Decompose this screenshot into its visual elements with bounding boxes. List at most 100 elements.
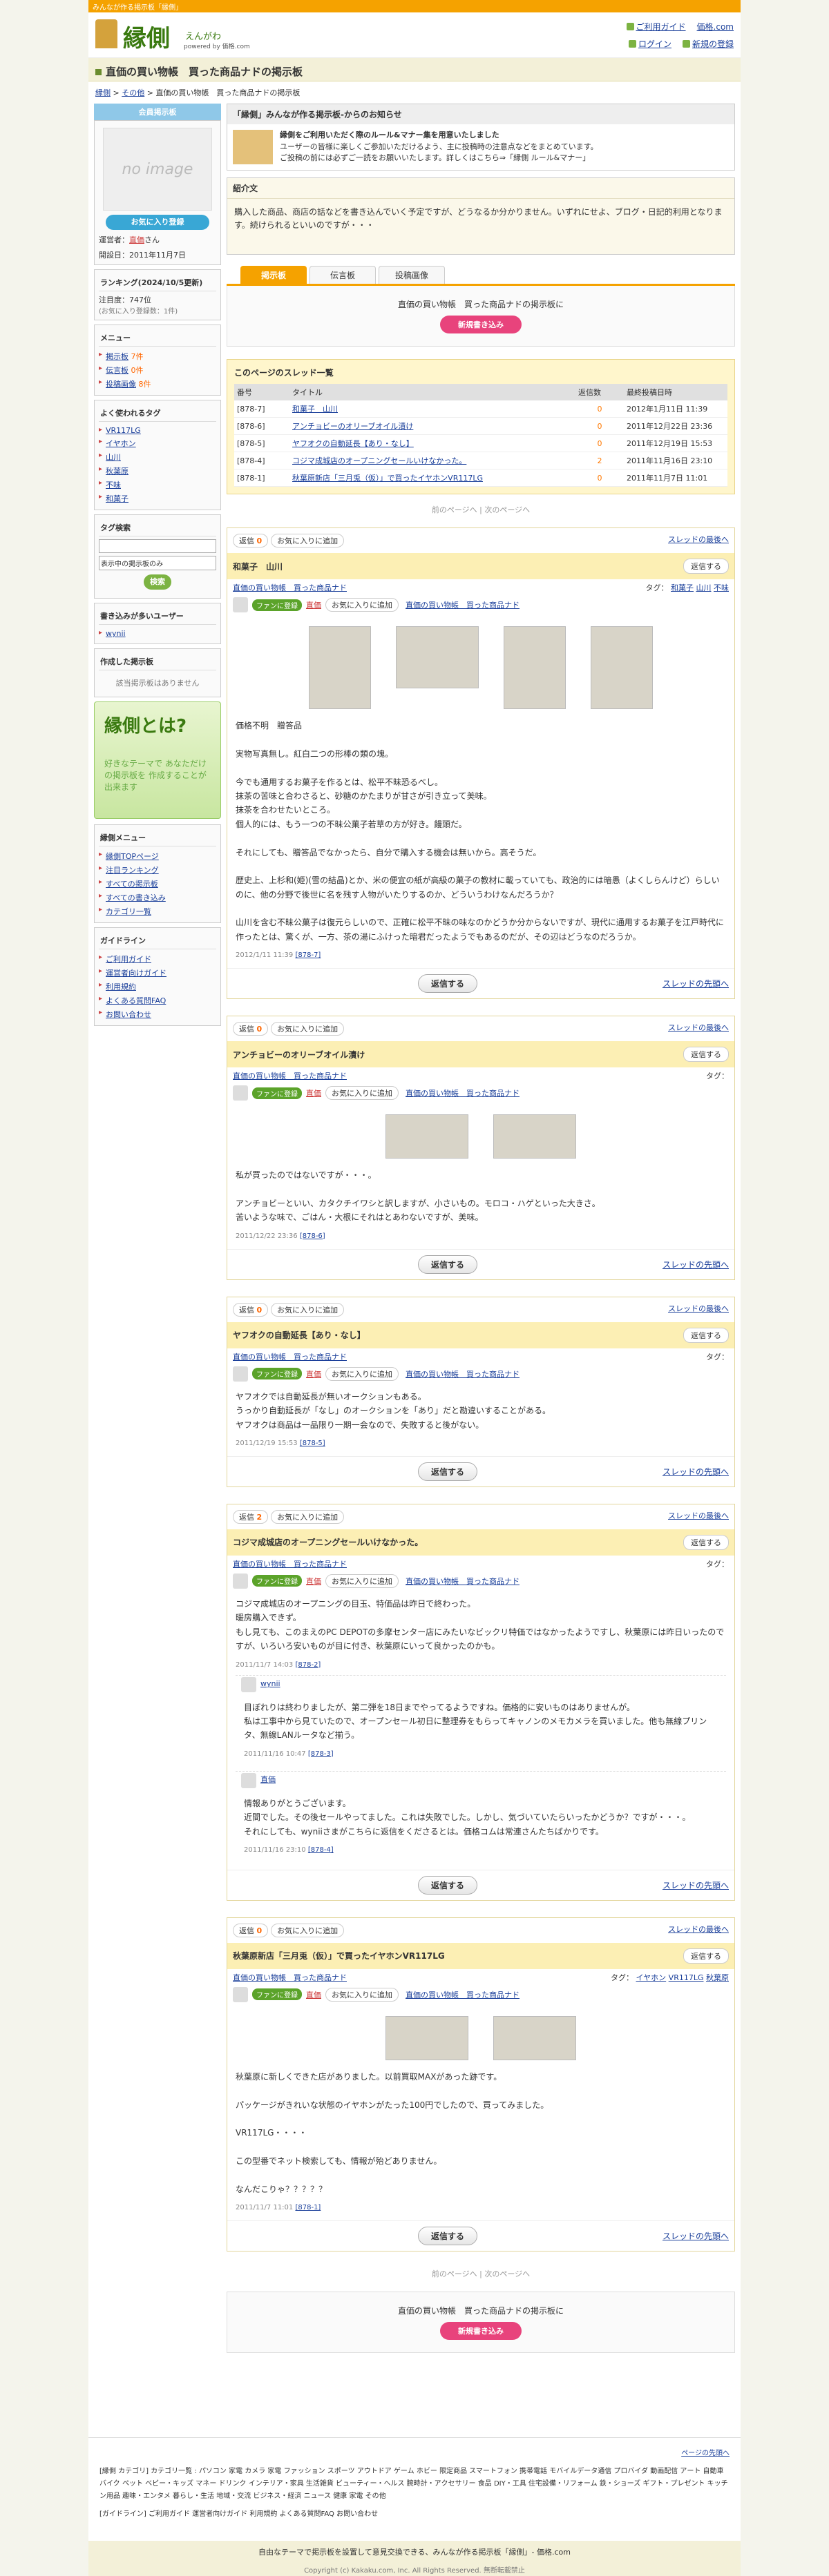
author-board-link[interactable]: 直価の買い物帳 買った商品ナド <box>406 1576 520 1587</box>
engawa-menu-item[interactable]: すべての掲示板 <box>99 877 216 891</box>
tag-link[interactable]: イヤホン <box>106 439 136 448</box>
guideline-link[interactable]: お問い合わせ <box>106 1010 151 1019</box>
guide-link[interactable]: ご利用ガイド <box>636 22 686 32</box>
engawa-menu-item[interactable]: 注目ランキング <box>99 863 216 877</box>
post-image[interactable] <box>309 626 371 709</box>
reply-id-link[interactable]: [878-3] <box>308 1750 334 1758</box>
fav-register-button[interactable]: お気に入り登録 <box>106 215 209 230</box>
post-id-link[interactable]: [878-1] <box>295 2204 321 2211</box>
tag-item[interactable]: イヤホン <box>99 436 216 450</box>
fan-register-button[interactable]: ファンに登録 <box>252 1087 302 1099</box>
fan-register-button[interactable]: ファンに登録 <box>252 1575 302 1587</box>
add-favorite-button[interactable]: お気に入りに追加 <box>271 1509 345 1524</box>
guideline-link[interactable]: 利用規約 <box>106 982 136 991</box>
post-id-link[interactable]: [878-7] <box>295 951 321 959</box>
page-top-link[interactable]: ページの先頭へ <box>681 2450 730 2457</box>
to-thread-top-link[interactable]: スレッドの先頭へ <box>663 1879 729 1891</box>
guideline-item[interactable]: 利用規約 <box>99 980 216 994</box>
tag-item[interactable]: 山川 <box>99 450 216 464</box>
menu-message-link[interactable]: 伝言板 <box>106 366 128 375</box>
menu-item-images[interactable]: 投稿画像 8件 <box>99 377 216 391</box>
add-favorite-button[interactable]: お気に入りに追加 <box>271 534 345 548</box>
engawa-menu-item[interactable]: 縁側TOPページ <box>99 849 216 863</box>
post-image[interactable] <box>591 626 653 709</box>
tab-message[interactable]: 伝言板 <box>309 266 376 284</box>
row-title-link[interactable]: 和菓子 山川 <box>292 405 338 414</box>
tag-item[interactable]: VR117LG <box>99 425 216 436</box>
board-link[interactable]: 直価の買い物帳 買った商品ナド <box>233 1070 347 1081</box>
guideline-link[interactable]: 運営者向けガイド <box>106 969 166 978</box>
engawa-menu-link[interactable]: カテゴリ一覧 <box>106 907 151 916</box>
reply-id-link[interactable]: [878-4] <box>308 1846 334 1854</box>
reply-button[interactable]: 返信する <box>417 974 477 994</box>
login-link[interactable]: ログイン <box>638 39 671 49</box>
fan-register-button[interactable]: ファンに登録 <box>252 599 302 611</box>
tag-item[interactable]: 和菓子 <box>99 492 216 505</box>
author-fav-button[interactable]: お気に入りに追加 <box>325 1987 399 2002</box>
to-thread-top-link[interactable]: スレッドの先頭へ <box>663 2230 729 2242</box>
row-title-link[interactable]: アンチョビーのオリーブオイル漬け <box>292 422 413 431</box>
guideline-item[interactable]: よくある質問FAQ <box>99 994 216 1007</box>
kakaku-link[interactable]: 価格.com <box>697 21 734 32</box>
reply-small-button[interactable]: 返信する <box>683 1534 729 1550</box>
engawa-menu-link[interactable]: すべての書き込み <box>106 893 166 902</box>
menu-item-board[interactable]: 掲示板 7件 <box>99 349 216 363</box>
row-title-link[interactable]: 秋葉原新店「三月兎（仮）」で買ったイヤホンVR117LG <box>292 474 483 483</box>
guideline-item[interactable]: お問い合わせ <box>99 1007 216 1021</box>
post-id-link[interactable]: [878-5] <box>300 1440 325 1447</box>
post-id-link[interactable]: [878-2] <box>295 1661 321 1669</box>
author-fav-button[interactable]: お気に入りに追加 <box>325 1366 399 1381</box>
author-fav-button[interactable]: お気に入りに追加 <box>325 1086 399 1101</box>
tag-link[interactable]: 和菓子 <box>106 494 128 503</box>
new-post-button[interactable]: 新規書き込み <box>440 2322 522 2341</box>
tag-item[interactable]: 不味 <box>99 478 216 492</box>
reply-author-link[interactable]: wynii <box>260 1678 280 1691</box>
post-image[interactable] <box>493 2015 576 2060</box>
tag-item[interactable]: 秋葉原 <box>99 464 216 478</box>
tag-link[interactable]: 山川 <box>106 453 121 462</box>
post-image[interactable] <box>385 1114 468 1159</box>
author-board-link[interactable]: 直価の買い物帳 買った商品ナド <box>406 599 520 610</box>
tab-board[interactable]: 掲示板 <box>240 266 307 284</box>
reply-small-button[interactable]: 返信する <box>683 1327 729 1343</box>
engawa-menu-link[interactable]: 縁側TOPページ <box>106 852 159 861</box>
add-favorite-button[interactable]: お気に入りに追加 <box>271 1022 345 1036</box>
board-link[interactable]: 直価の買い物帳 買った商品ナド <box>233 1972 347 1983</box>
row-title-link[interactable]: コジマ成城店のオープニングセールいけなかった。 <box>292 456 466 465</box>
engawa-menu-link[interactable]: 注目ランキング <box>106 866 159 875</box>
about-banner[interactable]: 縁側とは? 好きなテーマで あなただけの掲示板を 作成することが出来ます <box>94 701 221 819</box>
post-image[interactable] <box>493 1114 576 1159</box>
post-image[interactable] <box>385 2015 468 2060</box>
site-logo[interactable]: 縁側 えんがわ powered by 価格.com <box>95 18 268 54</box>
post-tag-link[interactable]: 山川 <box>696 583 712 592</box>
pager-prev[interactable]: 前のページへ <box>432 2269 477 2278</box>
reply-button[interactable]: 返信する <box>417 2227 477 2246</box>
fan-register-button[interactable]: ファンに登録 <box>252 1988 302 2001</box>
new-post-button[interactable]: 新規書き込み <box>440 316 522 333</box>
author-board-link[interactable]: 直価の買い物帳 買った商品ナド <box>406 1087 520 1098</box>
footer-guideline[interactable]: [ガイドライン] ご利用ガイド 運営者向けガイド 利用規約 よくある質問FAQ … <box>99 2508 730 2521</box>
breadcrumb-category[interactable]: その他 <box>122 88 144 97</box>
author-link[interactable]: 直価 <box>306 599 321 610</box>
engawa-menu-item[interactable]: すべての書き込み <box>99 891 216 904</box>
post-tag-link[interactable]: VR117LG <box>669 1973 704 1982</box>
guideline-item[interactable]: 運営者向けガイド <box>99 966 216 980</box>
post-id-link[interactable]: [878-6] <box>300 1232 325 1240</box>
tag-search-button[interactable]: 検索 <box>144 574 171 590</box>
to-thread-top-link[interactable]: スレッドの先頭へ <box>663 1466 729 1478</box>
board-link[interactable]: 直価の買い物帳 買った商品ナド <box>233 1558 347 1569</box>
tab-images[interactable]: 投稿画像 <box>379 266 445 284</box>
admin-name-link[interactable]: 直価 <box>129 235 144 244</box>
menu-images-link[interactable]: 投稿画像 <box>106 380 136 389</box>
author-link[interactable]: 直価 <box>306 1576 321 1587</box>
row-title-link[interactable]: ヤフオクの自動延長【あり・なし】 <box>292 439 414 448</box>
notice-line-3[interactable]: ご投稿の前には必ずご一読をお願いいたします。詳しくはこちら⇒「縁側 ルール&マナ… <box>280 153 598 164</box>
tag-search-input[interactable] <box>99 539 216 553</box>
reply-small-button[interactable]: 返信する <box>683 1047 729 1063</box>
reply-button[interactable]: 返信する <box>417 1875 477 1895</box>
breadcrumb-home[interactable]: 縁側 <box>95 88 111 97</box>
to-thread-top-link[interactable]: スレッドの先頭へ <box>663 978 729 989</box>
reply-author-link[interactable]: 直価 <box>260 1774 276 1787</box>
reply-small-button[interactable]: 返信する <box>683 559 729 574</box>
to-thread-top-link[interactable]: スレッドの先頭へ <box>663 1259 729 1270</box>
